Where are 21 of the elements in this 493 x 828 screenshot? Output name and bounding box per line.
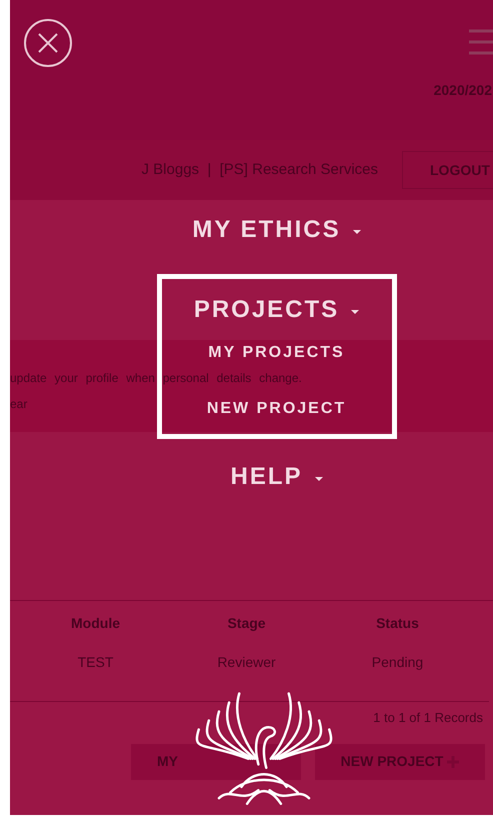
menu-item[interactable]: PROJECTS — [194, 292, 360, 328]
column-header: Stage — [226, 614, 267, 633]
close-button[interactable] — [24, 19, 72, 67]
menu-item[interactable]: HELP — [230, 459, 322, 495]
notice-text: update your profile when personal details change. — [10, 372, 302, 384]
menu-item[interactable]: MY ETHICS — [192, 212, 361, 248]
records-count: 1 to 1 of 1 Records — [373, 709, 483, 727]
academic-year: 2020/202 — [434, 81, 492, 100]
submenu-item[interactable]: NEW PROJECT — [206, 397, 346, 421]
column-header: Status — [375, 614, 420, 633]
table-cell-text: TEST — [76, 653, 114, 672]
submenu-item[interactable]: MY PROJECTS — [208, 341, 345, 365]
table-cell-text: Reviewer — [216, 653, 277, 672]
notice-text: ear — [10, 398, 28, 410]
caret-icon — [351, 310, 360, 314]
caret-icon — [314, 477, 322, 481]
close-icon — [38, 33, 58, 53]
column-header: Module — [70, 614, 121, 633]
user-info: J Bloggs | [PS] Research Services — [142, 160, 378, 180]
table-cell-text: Pending — [370, 653, 424, 672]
caret-icon — [352, 230, 361, 234]
